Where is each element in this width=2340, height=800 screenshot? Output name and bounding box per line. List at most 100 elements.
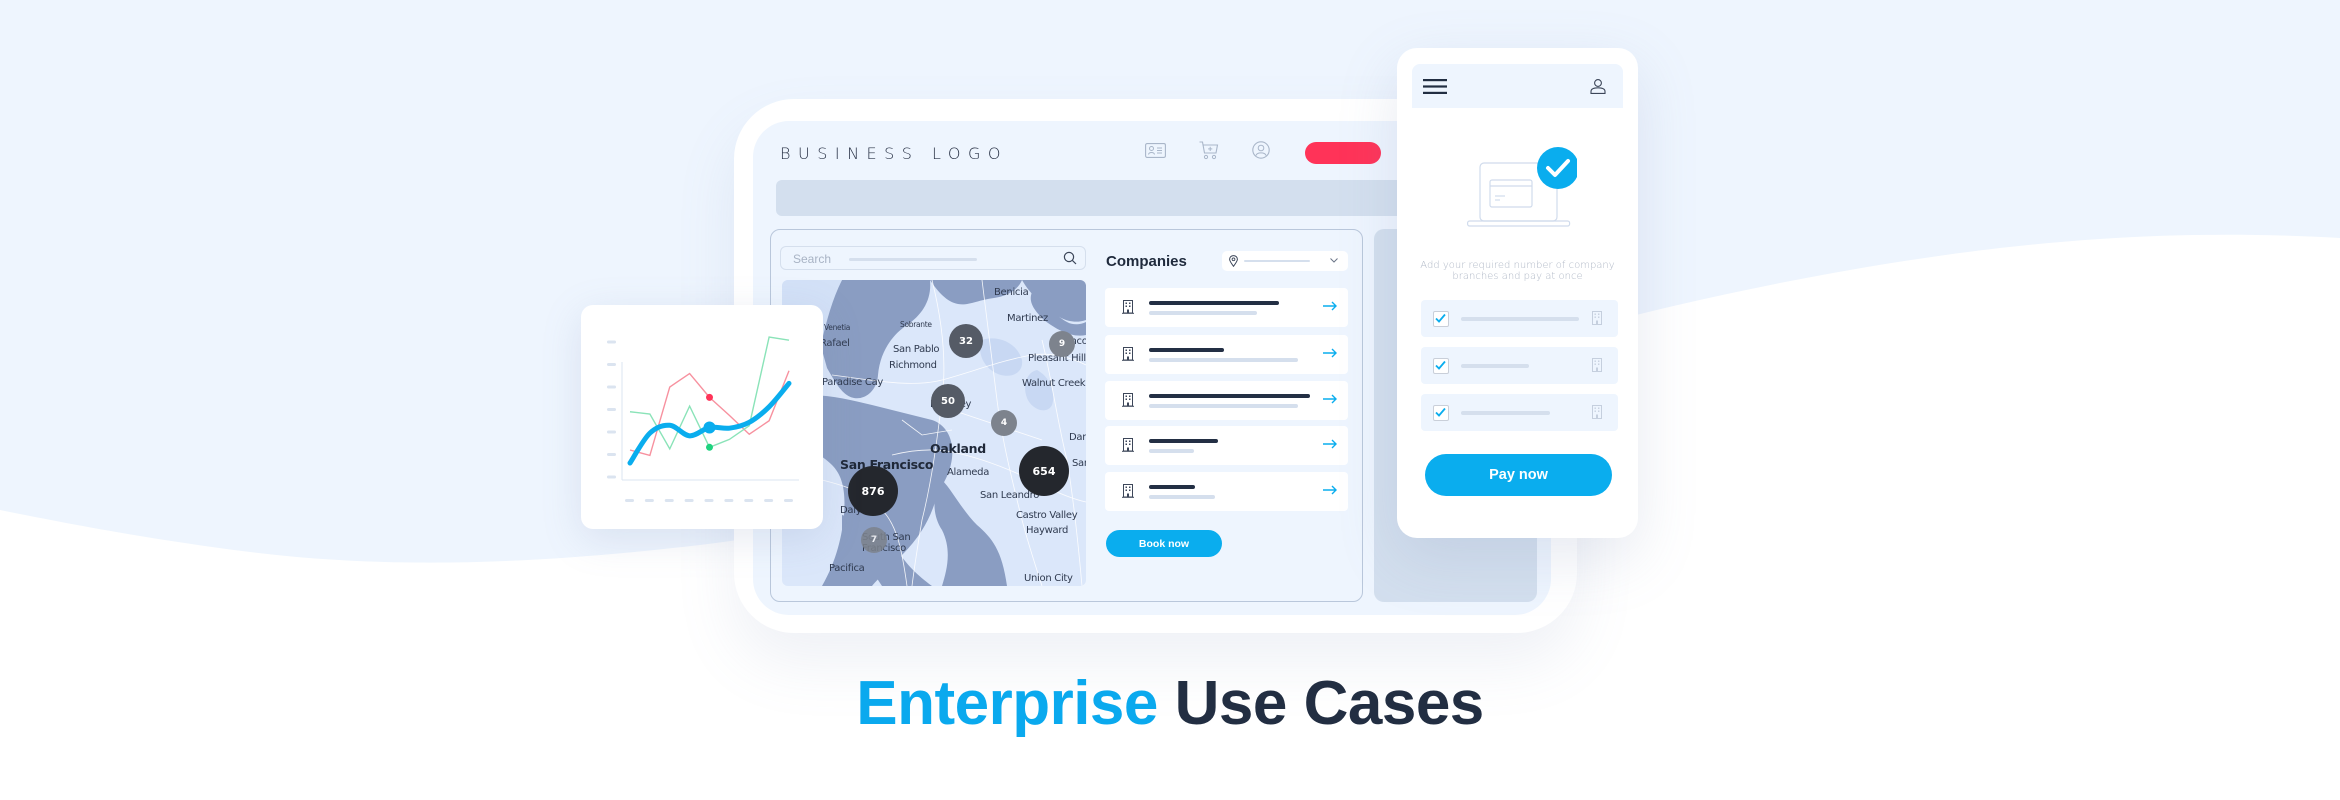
- checkbox-checked[interactable]: [1433, 405, 1449, 421]
- company-row[interactable]: [1105, 426, 1348, 465]
- headline: Enterprise Use Cases: [0, 668, 2340, 739]
- arrow-right-icon[interactable]: [1323, 301, 1337, 311]
- map-pin-icon: [1229, 255, 1238, 267]
- company-detail-placeholder: [1149, 495, 1215, 499]
- company-name-placeholder: [1149, 394, 1310, 398]
- data-point-blue: [703, 421, 716, 434]
- id-card-icon[interactable]: [1145, 143, 1166, 158]
- company-name-placeholder: [1149, 439, 1218, 443]
- hamburger-menu-icon[interactable]: [1423, 79, 1447, 94]
- company-name-placeholder: [1149, 348, 1224, 352]
- map-cluster-marker[interactable]: 4: [991, 410, 1017, 436]
- building-icon: [1122, 438, 1134, 452]
- search-input[interactable]: Search: [780, 246, 1086, 270]
- x-tick-label-placeholder: [704, 499, 714, 502]
- map-label: Pacifica: [829, 563, 865, 574]
- phone-header: [1412, 64, 1623, 108]
- building-icon: [1592, 405, 1602, 419]
- business-logo[interactable]: BUSINESS LOGO: [780, 144, 1008, 163]
- headline-highlight: Enterprise: [856, 669, 1158, 738]
- building-icon: [1122, 393, 1134, 407]
- y-tick-label-placeholder: [607, 430, 616, 434]
- map-label: Walnut Creek: [1022, 378, 1086, 389]
- x-tick-label-placeholder: [764, 499, 774, 502]
- building-icon: [1592, 358, 1602, 372]
- map-cluster-marker[interactable]: 32: [949, 324, 983, 358]
- companies-title: Companies: [1106, 253, 1187, 270]
- building-icon: [1122, 484, 1134, 498]
- y-tick-label-placeholder: [607, 475, 616, 479]
- book-now-button[interactable]: Book now: [1106, 530, 1222, 557]
- map[interactable]: Benicia Martinez Venetia Sobrante Rafael…: [782, 280, 1086, 586]
- map-label: San Pablo: [893, 344, 940, 355]
- map-label: Benicia: [994, 287, 1029, 298]
- company-row[interactable]: [1105, 381, 1348, 420]
- checkmark-icon: [1435, 360, 1446, 370]
- y-tick-label-placeholder: [607, 408, 616, 411]
- pay-now-button[interactable]: Pay now: [1425, 454, 1612, 496]
- arrow-right-icon[interactable]: [1323, 439, 1337, 449]
- user-circle-icon[interactable]: [1252, 141, 1270, 159]
- y-tick-label-placeholder: [607, 340, 616, 344]
- y-tick-label-placeholder: [607, 385, 616, 389]
- map-label: Sobrante: [900, 320, 932, 329]
- search-icon[interactable]: [1063, 251, 1077, 265]
- checkbox-checked[interactable]: [1433, 358, 1449, 374]
- company-detail-placeholder: [1149, 358, 1298, 362]
- arrow-right-icon[interactable]: [1323, 394, 1337, 404]
- header-cta-button[interactable]: [1305, 142, 1381, 164]
- map-cluster-marker[interactable]: 876: [848, 466, 898, 516]
- map-label: Dan: [1069, 432, 1086, 443]
- map-label: Castro Valley: [1016, 510, 1078, 521]
- phone-description-line: branches and pay at once: [1452, 271, 1583, 282]
- checkmark-icon: [1435, 313, 1446, 323]
- map-label: Venetia: [824, 323, 851, 332]
- user-icon[interactable]: [1590, 79, 1606, 94]
- x-tick-label-placeholder: [644, 499, 654, 502]
- dropdown-value-placeholder: [1244, 260, 1310, 262]
- cart-icon[interactable]: [1199, 141, 1219, 160]
- y-tick-label-placeholder: [607, 453, 616, 456]
- x-tick-label-placeholder: [625, 499, 634, 502]
- company-detail-placeholder: [1149, 449, 1194, 453]
- phone-mockup: Add your required number of company bran…: [1397, 48, 1638, 538]
- y-tick-label-placeholder: [607, 363, 616, 366]
- arrow-right-icon[interactable]: [1323, 485, 1337, 495]
- x-tick-label-placeholder: [664, 499, 674, 502]
- map-cluster-marker[interactable]: 7: [861, 527, 887, 553]
- building-icon: [1592, 311, 1602, 325]
- branch-name-placeholder: [1461, 317, 1579, 321]
- branch-checklist-item[interactable]: [1421, 347, 1618, 384]
- company-name-placeholder: [1149, 485, 1195, 489]
- branch-name-placeholder: [1461, 364, 1529, 368]
- map-cluster-marker[interactable]: 654: [1019, 446, 1069, 496]
- company-row[interactable]: [1105, 288, 1348, 327]
- branch-checklist-item[interactable]: [1421, 394, 1618, 431]
- map-label: Richmond: [889, 360, 937, 371]
- branch-checklist-item[interactable]: [1421, 300, 1618, 337]
- line-chart: [607, 336, 799, 502]
- map-cluster-marker[interactable]: 9: [1049, 331, 1075, 357]
- search-placeholder-line: [849, 258, 977, 261]
- company-detail-placeholder: [1149, 311, 1257, 315]
- data-point-green: [706, 443, 713, 451]
- company-row[interactable]: [1105, 335, 1348, 374]
- check-circle-icon: [1537, 147, 1577, 189]
- x-tick-label-placeholder: [724, 499, 734, 502]
- map-label: Hayward: [1026, 525, 1069, 536]
- company-name-placeholder: [1149, 301, 1279, 305]
- company-row[interactable]: [1105, 472, 1348, 511]
- map-label: Paradise Cay: [822, 377, 884, 388]
- location-dropdown[interactable]: [1222, 251, 1348, 271]
- map-label: Union City: [1024, 573, 1073, 584]
- checkbox-checked[interactable]: [1433, 311, 1449, 327]
- map-cluster-marker[interactable]: 50: [931, 384, 965, 418]
- x-tick-label-placeholder: [684, 499, 694, 502]
- arrow-right-icon[interactable]: [1323, 348, 1337, 358]
- phone-description: Add your required number of company bran…: [1397, 260, 1638, 282]
- map-label: Martinez: [1007, 313, 1048, 324]
- headline-rest: Use Cases: [1157, 669, 1485, 738]
- map-label: Oakland: [930, 441, 986, 456]
- phone-description-line: Add your required number of company: [1420, 260, 1615, 271]
- search-placeholder: Search: [793, 252, 832, 266]
